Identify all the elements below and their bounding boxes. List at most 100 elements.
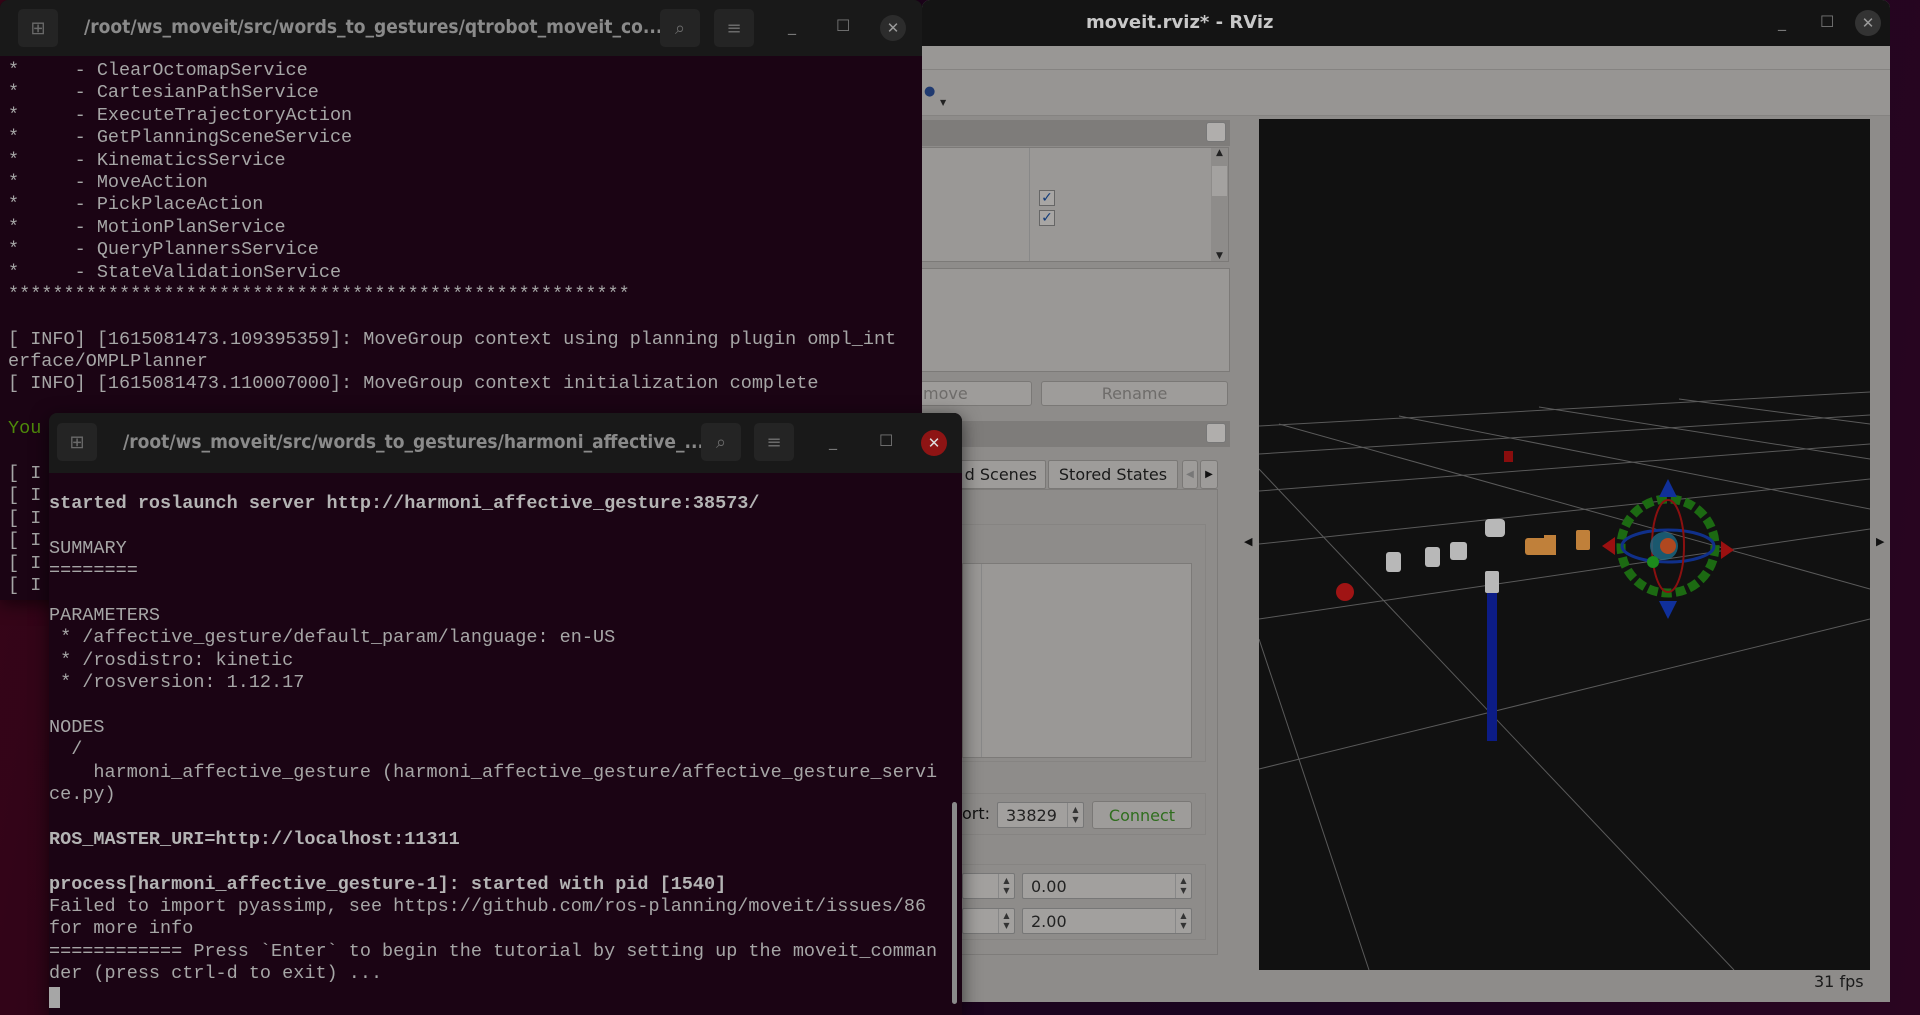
terminal-line: started roslaunch server http://harmoni_… [49, 493, 760, 514]
tab-content: ort: 33829 ▲ ▼ Connect ▲ ▼ 0.00 ▲ ▼ ▲ ▼ 2.00 ▲ ▼ [922, 489, 1218, 955]
close-button[interactable]: ✕ [1855, 10, 1881, 36]
port-label: ort: [962, 804, 991, 823]
list-view[interactable] [962, 563, 1192, 758]
terminal-line: ============ Press `Enter` to begin the … [49, 940, 938, 962]
red-sphere [1336, 583, 1354, 601]
terminal-line: NODES [49, 716, 105, 738]
terminal-line: * - CartesianPathService [8, 82, 319, 104]
hamburger-icon: ≡ [766, 431, 782, 453]
terminal-line: harmoni_affective_gesture (harmoni_affec… [49, 761, 938, 783]
maximize-button[interactable]: ☐ [836, 16, 850, 35]
terminal-line: * /affective_gesture/default_param/langu… [49, 627, 616, 649]
collapse-left-icon[interactable]: ◀ [1244, 535, 1252, 548]
spin-value: 0.00 [1031, 876, 1067, 896]
hamburger-icon: ≡ [726, 17, 742, 39]
rviz-titlebar: moveit.rviz* - RViz _ ☐ ✕ [922, 0, 1890, 46]
terminal-line: ****************************************… [8, 283, 630, 305]
minimize-button[interactable]: _ [1778, 12, 1786, 31]
scroll-down-icon[interactable]: ▼ [1211, 251, 1228, 261]
terminal-line: SUMMARY [49, 537, 127, 559]
maximize-button[interactable]: ☐ [1820, 12, 1834, 31]
tab-stored-states[interactable]: Stored States [1048, 460, 1178, 489]
search-icon: ⌕ [715, 431, 727, 453]
terminal-cursor [49, 987, 60, 1008]
maximize-button[interactable]: ☐ [879, 431, 893, 450]
interactive-marker[interactable] [1602, 479, 1734, 619]
port-spinbox[interactable]: 33829 ▲ ▼ [997, 802, 1084, 828]
terminal-line: ======== [49, 560, 138, 582]
minimize-button[interactable]: _ [788, 16, 796, 35]
terminal-window-harmoni: ⊞ /root/ws_moveit/src/words_to_gestures/… [49, 413, 962, 1015]
description-box [922, 268, 1230, 372]
group-box [922, 524, 1206, 762]
collapse-right-icon[interactable]: ▶ [1876, 535, 1884, 548]
grid [1258, 391, 1871, 971]
toolbar: ● ▼ [922, 70, 1890, 116]
rename-button[interactable]: Rename [1041, 381, 1228, 406]
terminal-line: * /rosversion: 1.12.17 [49, 672, 305, 694]
scrollbar[interactable] [952, 802, 957, 1004]
terminal-line: der (press ctrl-d to exit) ... [49, 963, 383, 985]
scroll-up-icon[interactable]: ▲ [1211, 148, 1228, 158]
terminal-line: [ INFO] [1615081473.109395359]: MoveGrou… [8, 328, 897, 350]
search-button[interactable]: ⌕ [660, 9, 700, 47]
search-icon: ⌕ [674, 17, 686, 39]
connect-button[interactable]: Connect [1092, 801, 1192, 829]
remove-button[interactable]: move [922, 381, 1032, 406]
close-button[interactable]: ✕ [880, 15, 906, 41]
menu-button[interactable]: ≡ [754, 423, 794, 461]
terminal-line: for more info [49, 918, 194, 940]
terminal-line: * - KinematicsService [8, 149, 286, 171]
rviz-window: moveit.rviz* - RViz _ ☐ ✕ ● ▼ ✓ ✓ ▲ ▼ mo… [922, 0, 1890, 1002]
3d-viewport[interactable] [1258, 119, 1871, 971]
terminal-line: * - ClearOctomapService [8, 60, 308, 81]
window-title: /root/ws_moveit/src/words_to_gestures/qt… [84, 16, 663, 38]
terminal-line: * - PickPlaceAction [8, 194, 264, 216]
window-title: /root/ws_moveit/src/words_to_gestures/ha… [123, 431, 705, 453]
target-cube [1504, 451, 1513, 462]
new-tab-button[interactable]: ⊞ [18, 9, 58, 47]
spinbox[interactable]: ▲ ▼ [962, 873, 1015, 899]
terminal-line: * - StateValidationService [8, 261, 342, 283]
window-title: moveit.rviz* - RViz [1086, 12, 1274, 33]
spinbox[interactable]: 0.00 ▲ ▼ [1022, 873, 1192, 899]
terminal-titlebar: ⊞ /root/ws_moveit/src/words_to_gestures/… [49, 413, 962, 473]
terminal-line: Failed to import pyassimp, see https://g… [49, 896, 927, 918]
spinbox[interactable]: ▲ ▼ [962, 908, 1015, 934]
tab-scroll-left[interactable]: ◀ [1182, 460, 1198, 489]
robot-joints [1525, 530, 1590, 555]
checkbox[interactable]: ✓ [1039, 190, 1055, 206]
column-divider [981, 564, 982, 757]
search-button[interactable]: ⌕ [701, 423, 741, 461]
checkbox[interactable]: ✓ [1039, 210, 1055, 226]
new-tab-button[interactable]: ⊞ [57, 423, 97, 461]
terminal-line: process[harmoni_affective_gesture-1]: st… [49, 873, 727, 895]
eye-icon[interactable]: ● [924, 84, 935, 99]
column-divider [1029, 148, 1030, 261]
panel-header [922, 421, 1230, 447]
terminal-output: started roslaunch server http://harmoni_… [49, 493, 937, 986]
panel-float-button[interactable] [1206, 122, 1226, 142]
spinbox[interactable]: 2.00 ▲ ▼ [1022, 908, 1192, 934]
terminal-line: PARAMETERS [49, 604, 161, 626]
menu-button[interactable]: ≡ [714, 9, 754, 47]
scrollbar[interactable]: ▲ ▼ [1211, 148, 1228, 261]
panel-float-button[interactable] [1206, 423, 1226, 443]
dropdown-arrow-icon[interactable]: ▼ [940, 98, 946, 107]
workspace-group: ▲ ▼ 0.00 ▲ ▼ ▲ ▼ 2.00 ▲ ▼ [922, 864, 1206, 940]
scroll-thumb[interactable] [1212, 166, 1227, 196]
terminal-line: ROS_MASTER_URI=http://localhost:11311 [49, 828, 460, 850]
panel-header [922, 120, 1230, 146]
terminal-line: ce.py) [49, 784, 116, 806]
close-button[interactable]: ✕ [921, 430, 947, 456]
tab-scroll-right[interactable]: ▶ [1200, 460, 1218, 489]
minimize-button[interactable]: _ [829, 431, 837, 450]
terminal-titlebar: ⊞ /root/ws_moveit/src/words_to_gestures/… [0, 0, 922, 56]
terminal-line: [ INFO] [1615081473.110007000]: MoveGrou… [8, 373, 819, 395]
